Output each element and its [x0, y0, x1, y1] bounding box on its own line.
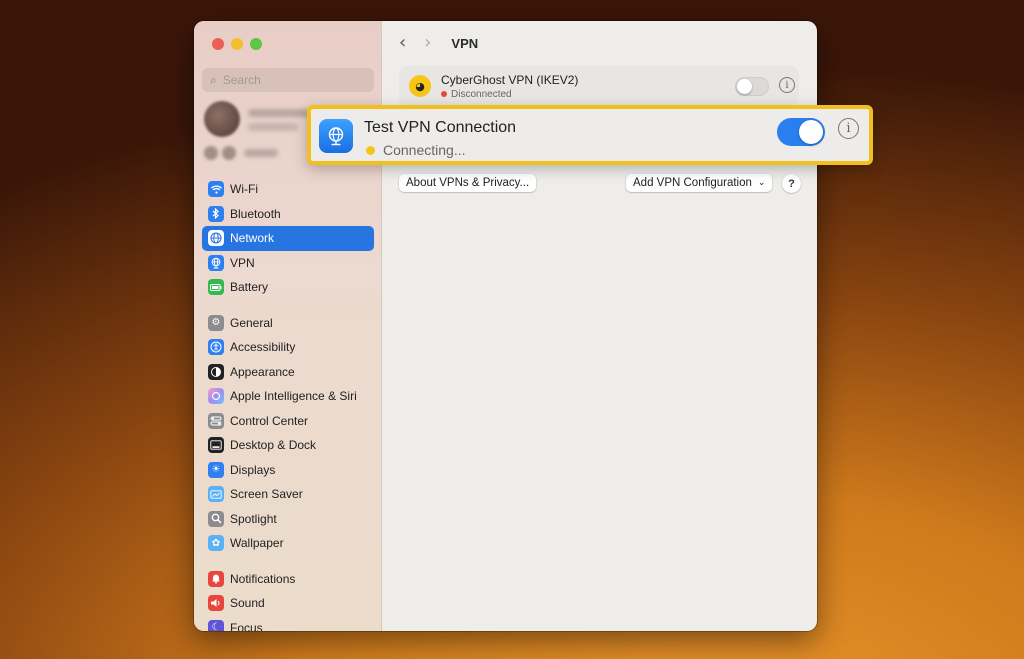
sidebar-item-label: Notifications	[230, 571, 296, 586]
sidebar-item-vpn[interactable]: VPN	[202, 251, 374, 276]
search-input[interactable]	[222, 73, 353, 87]
notifications-bell-icon	[208, 570, 224, 587]
family-label-blurred	[244, 149, 278, 157]
vpn-name: CyberGhost VPN (IKEV2)	[441, 72, 579, 87]
zoom-window-button[interactable]	[250, 38, 262, 50]
help-button[interactable]: ?	[782, 174, 801, 193]
cyberghost-logo-icon: ◕	[409, 75, 431, 97]
vpn-status: Connecting...	[366, 142, 466, 158]
sidebar-item-label: Sound	[230, 596, 265, 611]
sidebar-item-displays[interactable]: ☀ Displays	[202, 458, 374, 483]
sidebar-item-label: Bluetooth	[230, 206, 281, 221]
sidebar-item-wallpaper[interactable]: ✿ Wallpaper	[202, 531, 374, 556]
sidebar-item-label: Accessibility	[230, 340, 296, 355]
gear-icon: ⚙	[208, 314, 224, 331]
account-subtitle-blurred	[248, 123, 298, 131]
accessibility-icon	[208, 339, 224, 356]
sidebar-item-control-center[interactable]: Control Center	[202, 409, 374, 434]
sidebar-item-label: Apple Intelligence & Siri	[230, 389, 357, 404]
sidebar-item-sound[interactable]: Sound	[202, 591, 374, 616]
vpn-name: Test VPN Connection	[364, 119, 517, 136]
desktop-dock-icon	[208, 437, 224, 454]
apple-account[interactable]	[204, 101, 312, 137]
vpn-row-text: CyberGhost VPN (IKEV2) Disconnected	[441, 73, 578, 100]
sidebar-item-label: Desktop & Dock	[230, 438, 317, 453]
sidebar-item-spotlight[interactable]: Spotlight	[202, 507, 374, 532]
vpn-status-label: Disconnected	[451, 88, 512, 100]
focus-moon-icon: ☾	[208, 619, 224, 631]
sidebar-item-screen-saver[interactable]: Screen Saver	[202, 482, 374, 507]
sidebar-item-bluetooth[interactable]: Bluetooth	[202, 202, 374, 227]
displays-sun-icon: ☀	[208, 461, 224, 478]
wifi-icon	[208, 181, 224, 198]
sidebar-group-system: ⚙ General Accessibility Appearance Apple…	[202, 311, 374, 556]
sidebar-item-battery[interactable]: Battery	[202, 275, 374, 300]
info-icon[interactable]: i	[779, 77, 795, 93]
status-dot-icon	[441, 91, 447, 97]
appearance-icon	[208, 363, 224, 380]
sidebar-item-notifications[interactable]: Notifications	[202, 567, 374, 592]
minimize-window-button[interactable]	[231, 38, 243, 50]
search-field[interactable]: ⌕	[202, 68, 374, 92]
sidebar-item-label: Wi-Fi	[230, 182, 258, 197]
screen-saver-icon	[208, 486, 224, 503]
toolbar: ‹ › VPN	[399, 33, 478, 53]
sidebar-item-wifi[interactable]: Wi-Fi	[202, 177, 374, 202]
sidebar-item-label: Spotlight	[230, 511, 277, 526]
account-name-blurred	[248, 109, 312, 117]
sidebar-item-general[interactable]: ⚙ General	[202, 311, 374, 336]
sidebar-item-label: Displays	[230, 462, 276, 477]
family-avatar	[204, 146, 218, 160]
status-dot-icon	[366, 145, 375, 155]
add-vpn-configuration-label: Add VPN Configuration	[633, 177, 752, 189]
info-icon[interactable]: i	[838, 118, 859, 139]
back-button[interactable]: ‹	[399, 33, 406, 53]
sidebar-item-label: General	[230, 315, 273, 330]
sidebar-item-accessibility[interactable]: Accessibility	[202, 335, 374, 360]
sidebar-item-focus[interactable]: ☾ Focus	[202, 616, 374, 631]
sidebar-item-label: VPN	[230, 255, 255, 270]
chevron-down-icon: ⌄	[757, 178, 766, 188]
sidebar-item-label: Focus	[230, 620, 263, 631]
avatar	[204, 101, 240, 137]
close-window-button[interactable]	[212, 38, 224, 50]
vpn-globe-icon	[319, 119, 353, 153]
sidebar-item-desktop-dock[interactable]: Desktop & Dock	[202, 433, 374, 458]
vpn-globe-icon	[208, 254, 224, 271]
control-center-icon	[208, 412, 224, 429]
battery-icon	[208, 279, 224, 296]
bluetooth-icon	[208, 205, 224, 222]
siri-icon	[208, 388, 224, 405]
sidebar-item-label: Network	[230, 231, 275, 246]
vpn-status-label: Connecting...	[383, 142, 466, 158]
family-row[interactable]	[204, 146, 278, 160]
wallpaper-flower-icon: ✿	[208, 535, 224, 552]
vpn-list: ◕ CyberGhost VPN (IKEV2) Disconnected i	[399, 66, 799, 106]
forward-button[interactable]: ›	[424, 33, 431, 53]
sidebar-item-label: Screen Saver	[230, 487, 303, 502]
window-controls	[212, 38, 262, 50]
family-avatar	[222, 146, 236, 160]
highlighted-vpn-row[interactable]: Test VPN Connection Connecting... i	[307, 105, 873, 165]
add-vpn-configuration-button[interactable]: Add VPN Configuration ⌄	[626, 174, 773, 192]
page-title: VPN	[451, 35, 479, 51]
vpn-toggle-test[interactable]	[777, 118, 825, 146]
spotlight-magnifier-icon	[208, 510, 224, 527]
sidebar-item-label: Wallpaper	[230, 536, 284, 551]
sidebar-item-appearance[interactable]: Appearance	[202, 360, 374, 385]
sidebar-item-network[interactable]: Network	[202, 226, 374, 251]
network-globe-icon	[208, 230, 224, 247]
about-vpns-privacy-button[interactable]: About VPNs & Privacy...	[399, 174, 537, 192]
sound-speaker-icon	[208, 595, 224, 612]
sidebar-group-network: Wi-Fi Bluetooth Network VPN Battery	[202, 177, 374, 300]
sidebar-item-label: Control Center	[230, 413, 309, 428]
vpn-toggle-cyberghost[interactable]	[735, 77, 769, 96]
sidebar-item-siri[interactable]: Apple Intelligence & Siri	[202, 384, 374, 409]
sidebar-item-label: Battery	[230, 280, 269, 295]
sidebar-item-label: Appearance	[230, 364, 295, 379]
search-icon: ⌕	[210, 72, 217, 87]
sidebar-group-notifications: Notifications Sound ☾ Focus	[202, 567, 374, 631]
sidebar-nav: Wi-Fi Bluetooth Network VPN Battery ⚙ Ge…	[202, 177, 374, 631]
vpn-status: Disconnected	[441, 89, 578, 100]
